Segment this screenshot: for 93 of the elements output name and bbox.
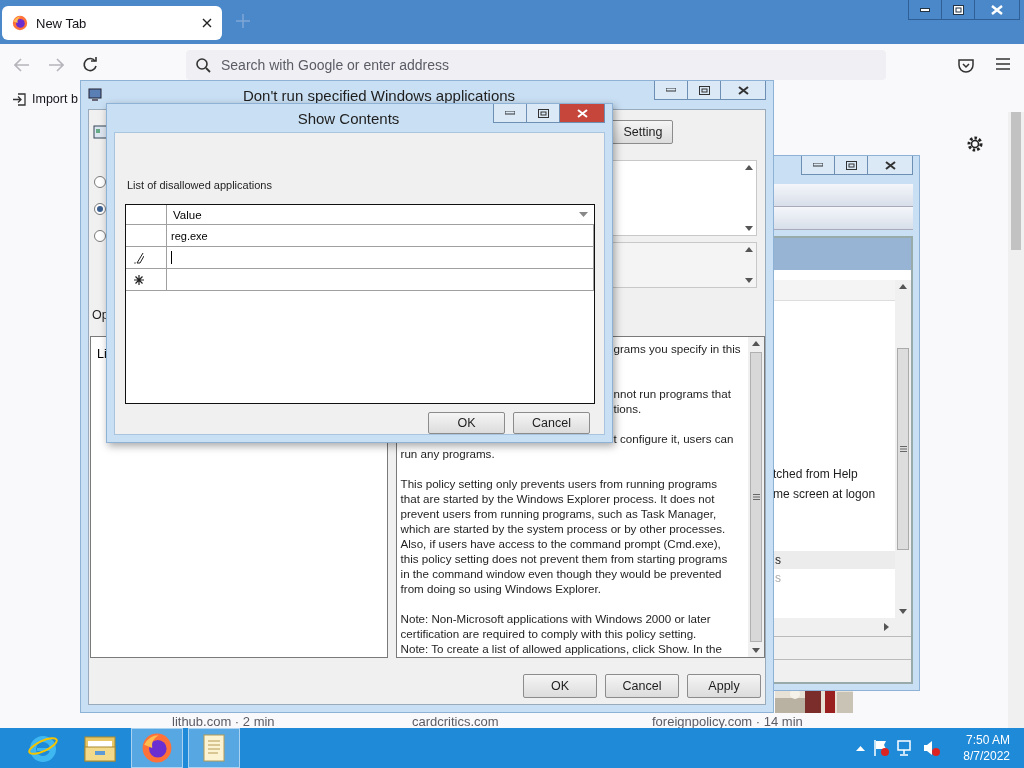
- browser-tab[interactable]: New Tab: [2, 6, 222, 40]
- radio-button[interactable]: [94, 176, 106, 188]
- story-source[interactable]: foreignpolicy.com · 14 min: [652, 714, 892, 729]
- scroll-document-icon: [200, 732, 228, 764]
- minimize-icon: [666, 88, 676, 92]
- pocket-icon[interactable]: [958, 57, 974, 73]
- maximize-button[interactable]: [526, 104, 559, 122]
- help-text: certification are required to comply with this policy setting.: [400, 627, 697, 640]
- scroll-up-icon[interactable]: [752, 341, 760, 346]
- story-source[interactable]: cardcritics.com: [412, 714, 652, 729]
- computer-icon: [88, 87, 104, 103]
- scrollbar[interactable]: [895, 280, 911, 618]
- close-button[interactable]: [559, 104, 604, 122]
- close-icon: [991, 4, 1003, 15]
- scroll-down-icon[interactable]: [745, 226, 753, 231]
- list-item[interactable]: s: [773, 551, 895, 569]
- help-text: that are started by the Windows Explorer process. It does not: [400, 492, 715, 505]
- scroll-down-icon[interactable]: [745, 278, 753, 283]
- table-cell[interactable]: reg.exe: [167, 225, 594, 247]
- close-icon: [884, 160, 896, 170]
- story-source[interactable]: lithub.com · 2 min: [172, 714, 412, 729]
- firefox-icon: [12, 15, 28, 31]
- taskbar-app[interactable]: [131, 728, 183, 768]
- minimize-icon: [920, 7, 930, 12]
- scroll-grip-icon: [752, 494, 760, 500]
- minimize-icon: [505, 111, 515, 115]
- help-text: run any programs.: [400, 447, 495, 460]
- maximize-button[interactable]: [687, 81, 720, 99]
- folder-icon: [83, 733, 117, 763]
- scroll-up-icon[interactable]: [899, 284, 907, 289]
- scrollbar[interactable]: [748, 337, 764, 657]
- help-text: which are started by the system process or by other processes.: [400, 522, 726, 535]
- dialog-button[interactable]: OK: [428, 412, 505, 434]
- close-icon: [576, 108, 588, 118]
- search-icon: [196, 57, 211, 73]
- reload-icon[interactable]: [82, 57, 98, 73]
- maximize-button[interactable]: [834, 156, 867, 174]
- dropdown-icon: [579, 212, 588, 218]
- help-text: from doing so using Windows Explorer.: [400, 582, 601, 595]
- help-text: This policy setting only prevents users from running programs: [400, 477, 717, 490]
- import-icon: [12, 92, 26, 106]
- settings-icon[interactable]: [966, 135, 984, 153]
- asterisk-icon: [134, 274, 144, 285]
- window-title: Show Contents: [296, 109, 401, 127]
- scrollbar[interactable]: [1008, 112, 1024, 728]
- pencil-icon: [134, 251, 144, 264]
- maximize-icon: [698, 85, 710, 95]
- help-text: in the command window even though they would be prevented: [400, 567, 722, 580]
- window-title: Don't run specified Windows applications: [241, 86, 517, 104]
- close-button[interactable]: [720, 81, 765, 99]
- dialog-button[interactable]: Cancel: [513, 412, 590, 434]
- help-text: nnot run programs that: [613, 387, 731, 400]
- minimize-icon: [813, 163, 823, 167]
- clock-time[interactable]: 7:50 AM: [965, 732, 1010, 748]
- flag-icon[interactable]: [873, 739, 890, 757]
- address-field[interactable]: Search with Google or enter address: [186, 50, 886, 80]
- clock-date[interactable]: 8/7/2022: [963, 748, 1010, 764]
- help-text: Note: To create a list of allowed applications, click Show. In the: [400, 642, 722, 655]
- menu-icon[interactable]: [996, 57, 1010, 70]
- scroll-down-icon[interactable]: [899, 609, 907, 614]
- help-text: this policy setting does not prevent them from starting programs: [400, 552, 728, 565]
- dialog-button[interactable]: Apply: [687, 674, 761, 698]
- help-text: prevent users from running programs, such as Task Manager,: [400, 507, 717, 520]
- scroll-up-icon[interactable]: [745, 165, 753, 170]
- help-text: Also, if users have access to the command prompt (Cmd.exe),: [400, 537, 721, 550]
- description-text: me screen at logon: [773, 487, 876, 501]
- help-text: tions.: [613, 402, 642, 415]
- close-icon[interactable]: [202, 18, 212, 28]
- help-text: t configure it, users can: [613, 432, 734, 445]
- radio-button[interactable]: [94, 203, 106, 215]
- help-text: grams you specify in this: [613, 342, 741, 355]
- bookmark-label[interactable]: Import b: [32, 92, 78, 106]
- radio-button[interactable]: [94, 230, 106, 242]
- horizontal-scrollbar[interactable]: [773, 618, 911, 636]
- scroll-down-icon[interactable]: [752, 648, 760, 653]
- description-text: tched from Help: [773, 467, 858, 481]
- scroll-up-icon[interactable]: [745, 247, 753, 252]
- close-button[interactable]: [867, 156, 912, 174]
- speaker-muted-icon[interactable]: [923, 739, 942, 757]
- help-text: Note: Non-Microsoft applications with Windows 2000 or later: [400, 612, 711, 625]
- firefox-icon: [141, 732, 173, 764]
- text-cursor: [171, 251, 172, 265]
- restore-icon: [952, 4, 964, 15]
- scroll-right-icon[interactable]: [884, 623, 889, 631]
- close-icon: [737, 85, 749, 95]
- dialog-button[interactable]: Cancel: [605, 674, 679, 698]
- chevron-up-icon[interactable]: [856, 745, 866, 751]
- maximize-icon: [845, 160, 857, 170]
- scroll-grip-icon: [899, 446, 907, 452]
- dialog-button[interactable]: OK: [523, 674, 597, 698]
- maximize-icon: [537, 108, 549, 118]
- column-header[interactable]: Value: [167, 205, 594, 225]
- list-label: List of disallowed applications: [127, 179, 272, 191]
